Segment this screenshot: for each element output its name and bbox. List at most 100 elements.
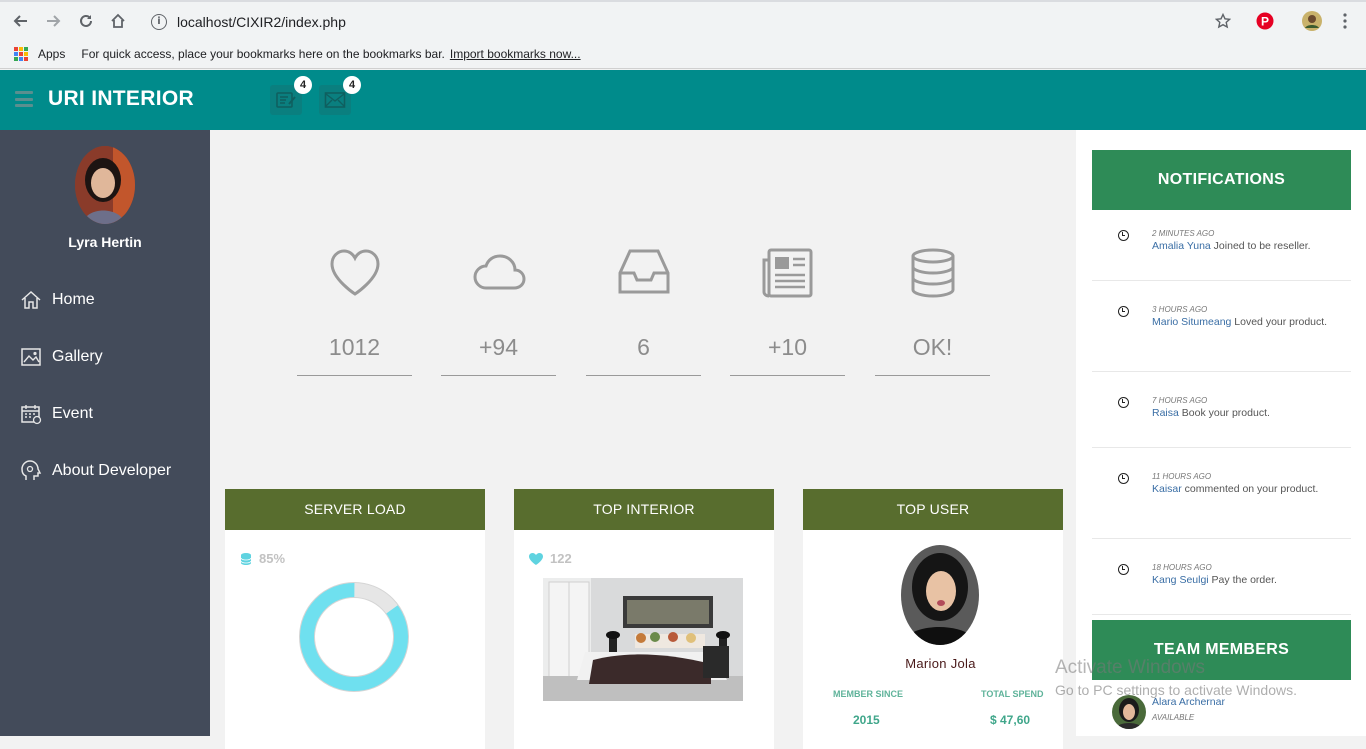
notification-item[interactable]: 2 MINUTES AGO Amalia Yuna Joined to be r… <box>1092 210 1351 281</box>
notification-text: Raisa Book your product. <box>1152 406 1332 421</box>
server-load-value: 85% <box>259 551 286 566</box>
heart-icon <box>529 552 543 565</box>
clock-icon <box>1118 473 1129 484</box>
member-since-label: MEMBER SINCE <box>833 689 904 699</box>
menu-button[interactable] <box>1333 9 1357 33</box>
sidebar-item-home[interactable]: Home <box>18 285 95 315</box>
info-icon[interactable]: i <box>151 14 167 30</box>
newspaper-icon <box>730 248 845 302</box>
notification-text: Kaisar commented on your product. <box>1152 482 1332 497</box>
top-user-avatar[interactable] <box>901 545 979 645</box>
hamburger-menu-icon[interactable] <box>15 91 33 107</box>
member-since-value: 2015 <box>853 713 880 727</box>
sidebar-item-label: About Developer <box>52 462 172 479</box>
mail-button[interactable]: 4 <box>319 76 361 115</box>
import-bookmarks-link[interactable]: Import bookmarks now... <box>450 47 581 61</box>
team-member-avatar[interactable] <box>1112 695 1146 729</box>
notification-text: Amalia Yuna Joined to be reseller. <box>1152 239 1332 254</box>
sidebar-item-about-developer[interactable]: About Developer <box>18 456 171 486</box>
more-vert-icon <box>1343 13 1347 29</box>
stat-divider <box>730 375 845 376</box>
back-button[interactable] <box>9 9 33 33</box>
clock-icon <box>1118 397 1129 408</box>
profile-avatar[interactable] <box>1300 9 1324 33</box>
browser-toolbar: i localhost/CIXIR2/index.php P <box>0 0 1366 40</box>
stat-divider <box>875 375 990 376</box>
bookmarks-bar: Apps For quick access, place your bookma… <box>0 40 1366 69</box>
bookmarks-hint: For quick access, place your bookmarks h… <box>81 47 445 61</box>
user-name: Lyra Hertin <box>68 234 142 250</box>
home-button[interactable] <box>106 9 130 33</box>
right-panel: NOTIFICATIONS 2 MINUTES AGO Amalia Yuna … <box>1076 130 1366 736</box>
forward-button[interactable] <box>41 9 65 33</box>
notification-text: Kang Seulgi Pay the order. <box>1152 573 1332 588</box>
stat-value: +10 <box>767 334 807 360</box>
windows-watermark-text: Go to PC settings to activate Windows. <box>1055 682 1297 698</box>
notification-user[interactable]: Amalia Yuna <box>1152 240 1211 252</box>
card-title: TOP INTERIOR <box>514 489 774 530</box>
svg-text:P: P <box>1261 15 1269 29</box>
clock-icon <box>1118 230 1129 241</box>
notification-user[interactable]: Mario Situmeang <box>1152 316 1231 328</box>
notification-item[interactable]: 18 HOURS AGO Kang Seulgi Pay the order. <box>1092 539 1351 615</box>
notification-time: 18 HOURS AGO <box>1152 563 1212 572</box>
server-load-meta: 85% <box>240 551 285 566</box>
reload-button[interactable] <box>74 9 98 33</box>
card-title: SERVER LOAD <box>225 489 485 530</box>
arrow-right-icon <box>47 15 61 27</box>
notification-user[interactable]: Kaisar <box>1152 483 1182 495</box>
top-user-card: TOP USER Marion Jola MEMBER SINCE TOTAL … <box>803 489 1063 749</box>
stat-divider <box>441 375 556 376</box>
clock-icon <box>1118 564 1129 575</box>
stat-value: OK! <box>912 334 953 360</box>
sidebar: Lyra Hertin Home Gallery Event About Dev… <box>0 130 210 736</box>
card-title: TOP USER <box>803 489 1063 530</box>
mail-icon <box>324 92 346 108</box>
stat-likes: 1012 <box>297 248 412 376</box>
notification-message: Book your product. <box>1178 407 1270 419</box>
notification-user[interactable]: Kang Seulgi <box>1152 574 1209 586</box>
notification-time: 2 MINUTES AGO <box>1152 229 1215 238</box>
home-icon <box>18 287 44 313</box>
total-spend-label: TOTAL SPEND <box>981 689 1044 699</box>
stat-database: OK! <box>875 248 990 376</box>
apps-label[interactable]: Apps <box>38 47 65 61</box>
address-bar[interactable]: i localhost/CIXIR2/index.php <box>140 8 1240 36</box>
user-avatar[interactable] <box>75 146 135 224</box>
notification-time: 11 HOURS AGO <box>1152 472 1212 481</box>
brand-title[interactable]: URI INTERIOR <box>48 87 194 111</box>
pinterest-extension[interactable]: P <box>1253 9 1277 33</box>
sidebar-item-label: Home <box>52 291 95 308</box>
sidebar-item-gallery[interactable]: Gallery <box>18 342 103 372</box>
sidebar-item-label: Gallery <box>52 348 103 365</box>
notification-message: commented on your product. <box>1181 483 1319 495</box>
arrow-left-icon <box>13 15 27 27</box>
tasks-badge: 4 <box>294 76 312 94</box>
sidebar-item-event[interactable]: Event <box>18 399 93 429</box>
tasks-button[interactable]: 4 <box>270 76 312 115</box>
apps-icon[interactable] <box>14 47 28 61</box>
clock-icon <box>1118 306 1129 317</box>
stat-inbox: 6 <box>586 248 701 376</box>
bookmark-star-button[interactable] <box>1211 9 1235 33</box>
notification-text: Mario Situmeang Loved your product. <box>1152 315 1332 330</box>
notification-user[interactable]: Raisa <box>1152 407 1179 419</box>
notification-item[interactable]: 7 HOURS AGO Raisa Book your product. <box>1092 372 1351 448</box>
notification-message: Pay the order. <box>1208 574 1277 586</box>
profile-avatar-icon <box>1302 11 1322 31</box>
stat-value: 6 <box>637 334 650 360</box>
stat-divider <box>297 375 412 376</box>
bedroom-image[interactable] <box>543 578 743 701</box>
notification-message: Joined to be reseller. <box>1210 240 1311 252</box>
notification-item[interactable]: 3 HOURS AGO Mario Situmeang Loved your p… <box>1092 281 1351 372</box>
home-icon <box>111 13 125 28</box>
star-icon <box>1215 13 1231 29</box>
pinterest-icon: P <box>1256 12 1274 30</box>
tasks-icon <box>276 92 296 108</box>
notification-item[interactable]: 11 HOURS AGO Kaisar commented on your pr… <box>1092 448 1351 539</box>
mail-badge: 4 <box>343 76 361 94</box>
database-icon <box>875 248 990 302</box>
app-header: URI INTERIOR 4 4 <box>0 70 1366 130</box>
top-interior-card: TOP INTERIOR 122 <box>514 489 774 749</box>
heart-icon <box>297 248 412 302</box>
